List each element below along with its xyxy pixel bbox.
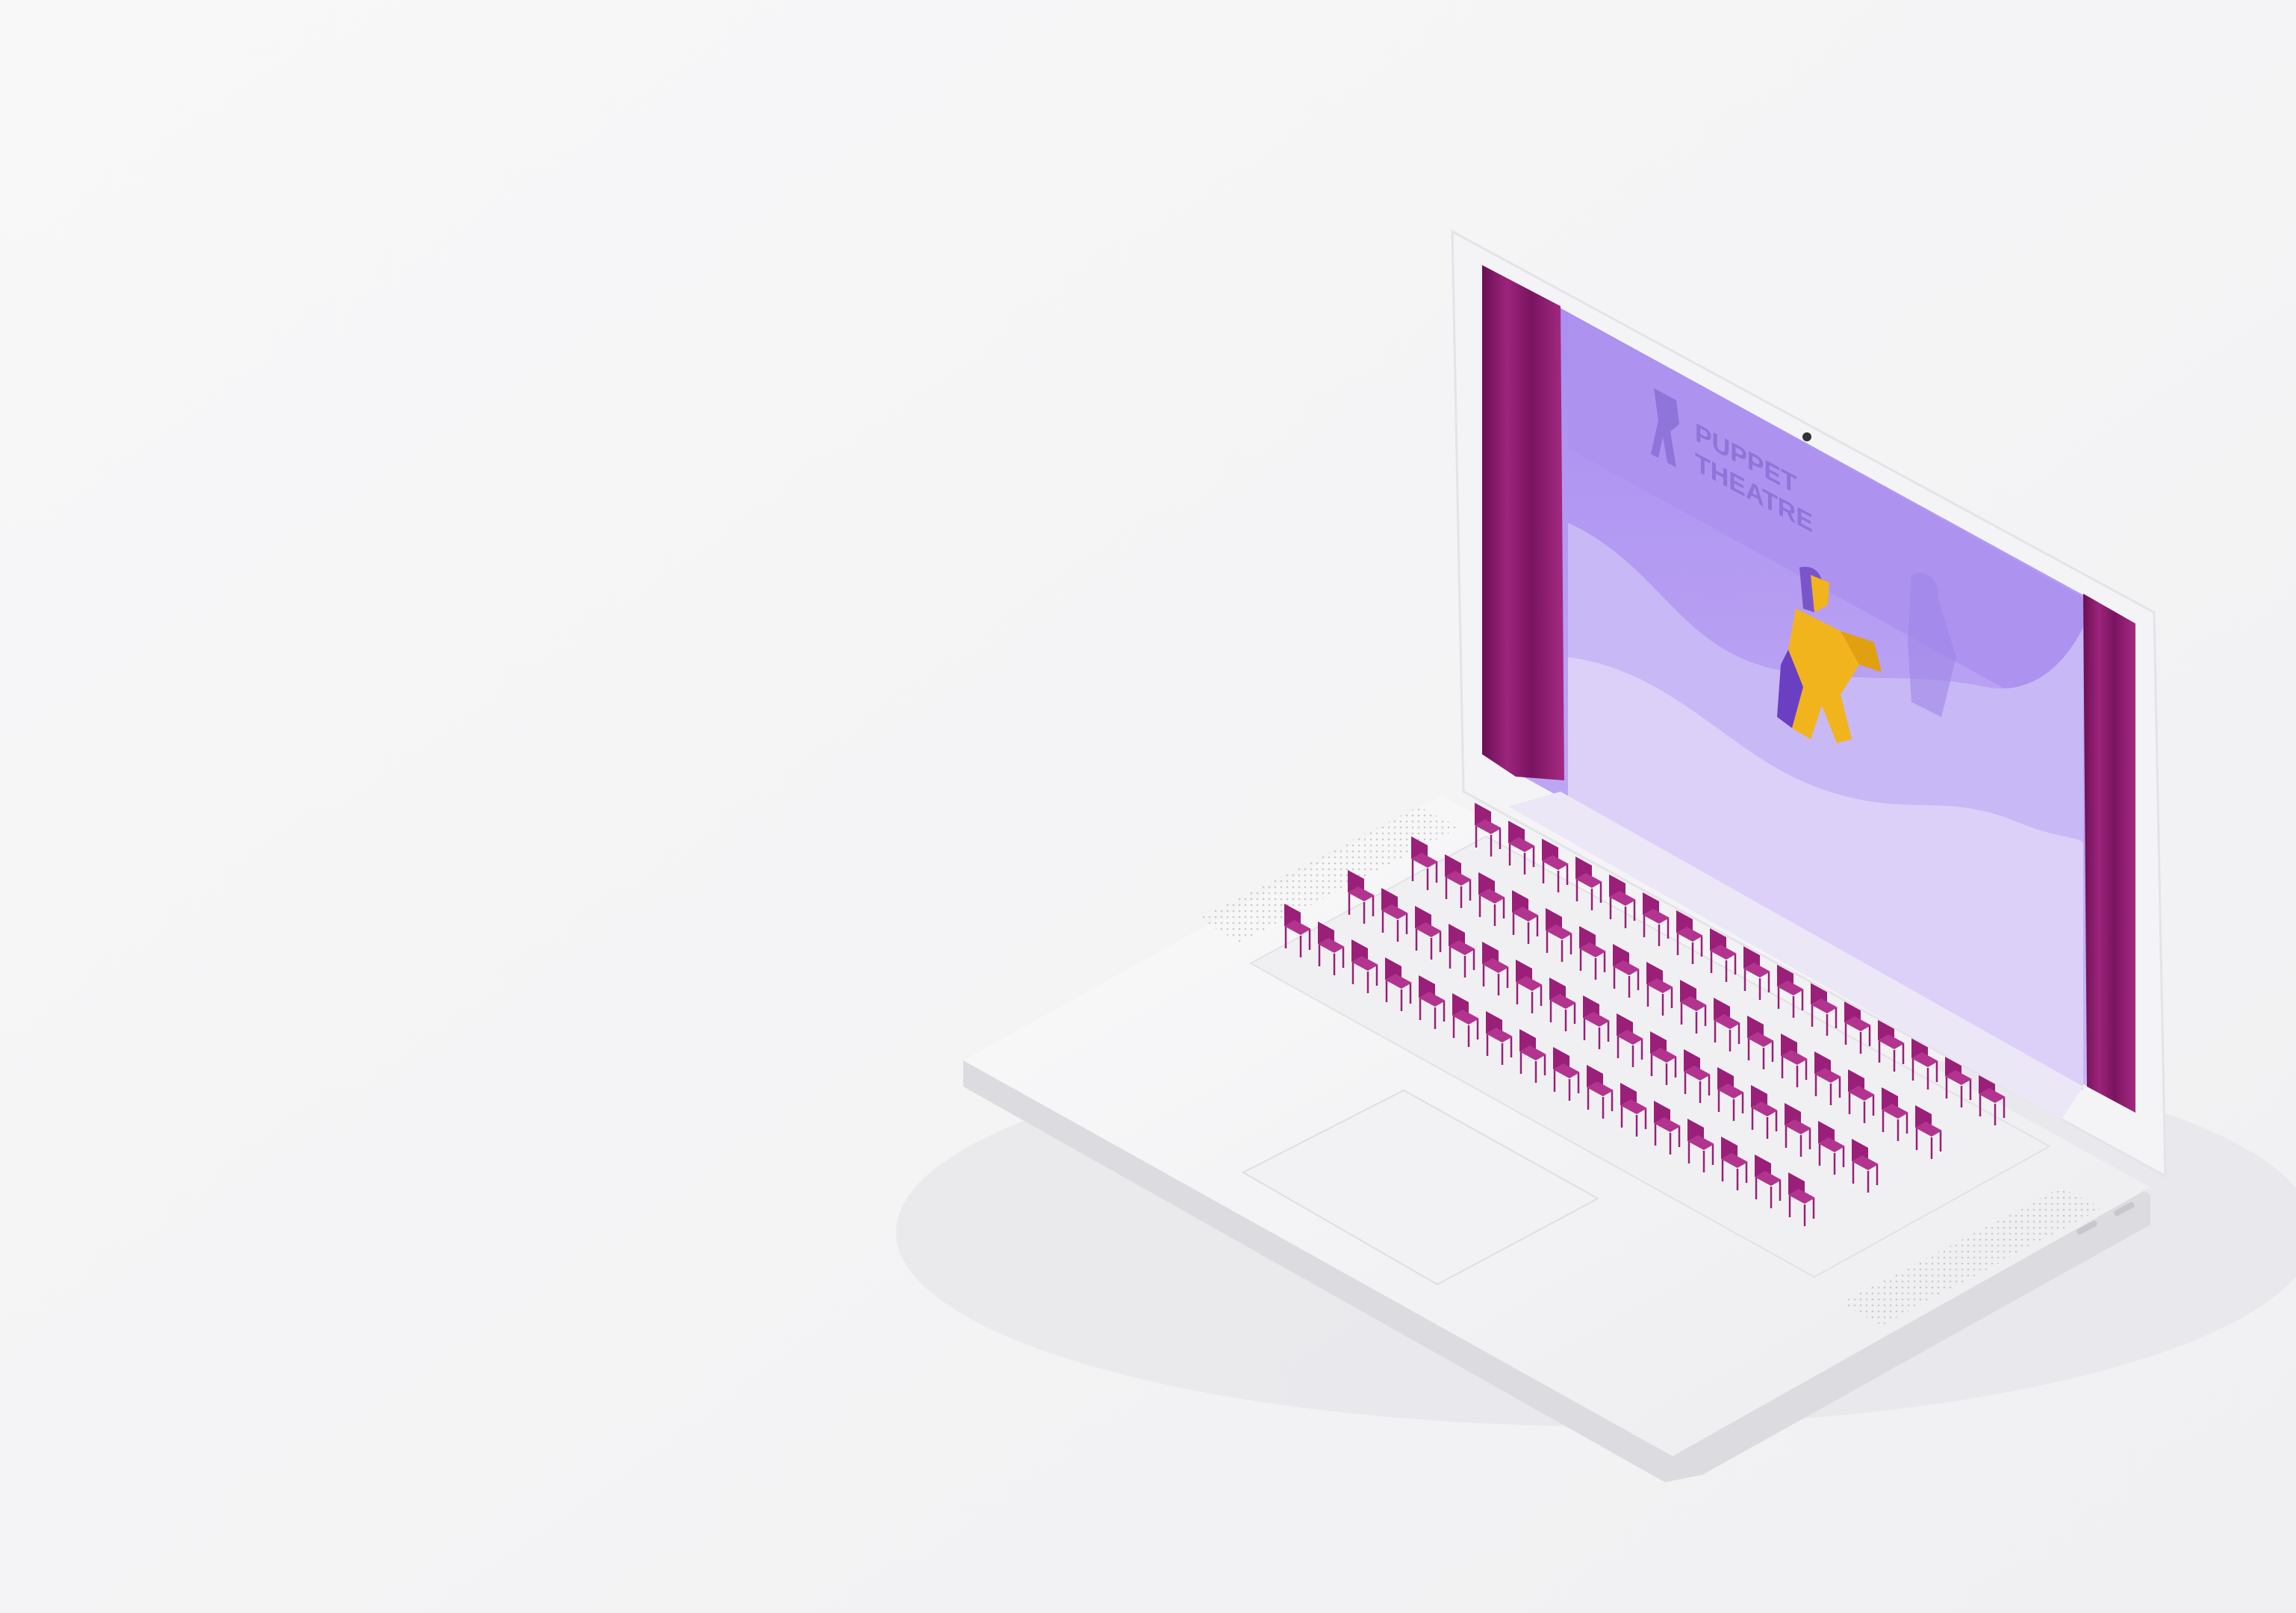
curtain-left <box>1482 265 1564 780</box>
curtain-right <box>2083 594 2135 1113</box>
webcam-icon <box>1802 432 1811 441</box>
scene: PUPPET THEATRE <box>0 0 2296 1613</box>
